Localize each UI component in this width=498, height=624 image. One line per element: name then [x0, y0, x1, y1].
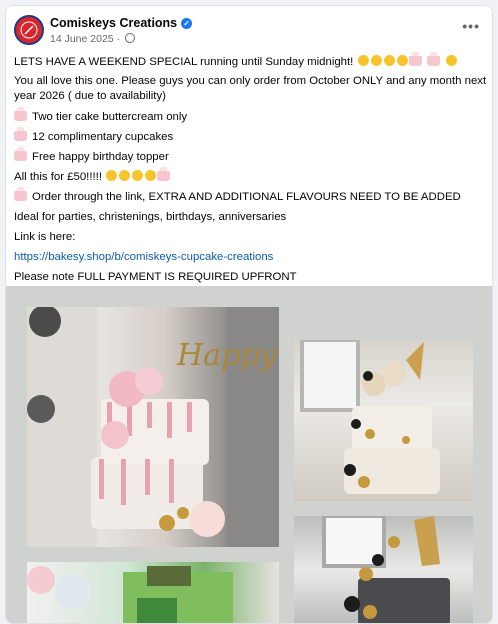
cake-photo-2 — [300, 340, 440, 494]
emoji-face-icon — [445, 55, 457, 66]
cake-emoji-icon — [14, 107, 27, 121]
emoji-face-icon — [106, 170, 118, 181]
cake-emoji-icon — [157, 167, 171, 181]
post-card: Comiskeys Creations ✓ 14 June 2025 · ••• … — [5, 5, 493, 624]
cake-emoji-icon — [14, 127, 27, 141]
post-line: Order through the link, EXTRA AND ADDITI… — [14, 187, 490, 207]
emoji-face-icon — [370, 55, 382, 66]
emoji-face-icon — [119, 170, 131, 181]
emoji-face-icon — [396, 55, 408, 66]
post-line: Two tier cake buttercream only — [14, 107, 490, 127]
post-header: Comiskeys Creations ✓ 14 June 2025 · ••• — [6, 6, 492, 52]
post-line: Ideal for parties, christenings, birthda… — [14, 211, 287, 223]
emoji-face-icon — [357, 55, 369, 66]
more-options-button[interactable]: ••• — [462, 18, 480, 34]
page-avatar[interactable] — [14, 15, 44, 45]
bakesy-link[interactable]: https://bakesy.shop/b/comiskeys-cupcake-… — [14, 247, 490, 267]
cake-emoji-icon — [408, 52, 422, 66]
photo-cake-black-gold[interactable] — [294, 340, 473, 501]
page-name[interactable]: Comiskeys Creations ✓ — [50, 16, 193, 30]
post-line: All this for £50!!!!! — [14, 167, 490, 187]
photo-gallery: Happy 40th — [6, 286, 492, 623]
photo-cake-happy-40th[interactable]: Happy 40th — [27, 307, 279, 547]
cake-photo-3 — [322, 516, 450, 623]
photo-cake-green[interactable] — [27, 562, 279, 623]
cake-emoji-icon — [14, 147, 27, 161]
post-line: Please note FULL PAYMENT IS REQUIRED UPF… — [14, 271, 297, 283]
emoji-face-icon — [383, 55, 395, 66]
verified-badge-icon: ✓ — [181, 18, 193, 29]
cake-photo-1: Happy 40th — [27, 307, 279, 547]
photo-cake-dark[interactable] — [294, 516, 473, 623]
cake-topper-text: Happy 40th — [176, 338, 279, 373]
cake-emoji-icon — [426, 52, 440, 66]
post-line: You all love this one. Please guys you c… — [14, 75, 487, 102]
emoji-face-icon — [132, 170, 144, 181]
cake-photo-4 — [27, 566, 233, 623]
cake-emoji-icon — [14, 187, 27, 201]
post-line: Free happy birthday topper — [14, 147, 490, 167]
whisk-icon — [20, 21, 38, 39]
emoji-face-icon — [145, 170, 157, 181]
post-body: LETS HAVE A WEEKEND SPECIAL running unti… — [14, 52, 490, 287]
globe-icon — [125, 33, 135, 43]
post-timestamp[interactable]: 14 June 2025 · — [50, 33, 135, 45]
post-line: LETS HAVE A WEEKEND SPECIAL running unti… — [14, 52, 490, 72]
post-line: 12 complimentary cupcakes — [14, 127, 490, 147]
post-line: Link is here: — [14, 231, 76, 243]
